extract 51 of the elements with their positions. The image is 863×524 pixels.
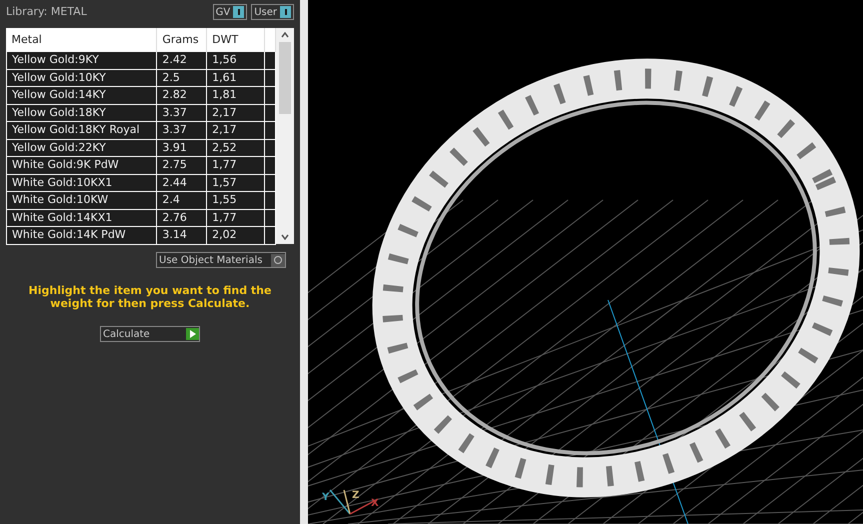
table-cell: 3.14 — [156, 226, 207, 244]
table-cell: 2.4 — [156, 192, 207, 209]
scrollbar[interactable] — [276, 28, 294, 244]
table-cell: 1,61 — [206, 69, 264, 86]
table-cell: 1,77 — [206, 156, 264, 174]
table-cell: 2.82 — [156, 86, 207, 104]
column-header[interactable]: DWT — [206, 28, 264, 52]
table-cell: 2.76 — [156, 209, 207, 226]
table-cell: 2,52 — [206, 139, 264, 156]
column-header[interactable]: Metal — [6, 28, 157, 52]
axis-label: Z — [352, 489, 360, 503]
table-cell: White Gold:14K PdW — [6, 226, 157, 244]
axis-gizmo-drawing — [329, 490, 376, 515]
table-cell: 1,55 — [206, 192, 264, 209]
table-cell: 2.5 — [156, 69, 207, 86]
table-cell: 3.91 — [156, 139, 207, 156]
use-object-materials-toggle[interactable]: Use Object Materials — [156, 252, 286, 268]
table-cell: White Gold:10KW — [6, 192, 157, 209]
toggle-switch[interactable]: GV — [212, 4, 248, 20]
table-cell: 2,17 — [206, 122, 264, 139]
scroll-down-icon[interactable] — [281, 234, 289, 240]
calculate-button[interactable]: Calculate — [100, 326, 200, 342]
table-cell: 1,57 — [206, 174, 264, 192]
table-cell: 3.37 — [156, 122, 207, 139]
table-cell: 2,17 — [206, 104, 264, 122]
instruction-text: Highlight the item you want to find the weight for then press Calculate. — [28, 284, 272, 310]
table-cell: Yellow Gold:18KY Royal — [6, 122, 157, 139]
panel-title: Library: METAL — [6, 4, 87, 20]
table-cell: 2.42 — [156, 52, 207, 69]
scroll-thumb[interactable] — [279, 42, 291, 114]
column-header[interactable]: Grams — [156, 28, 207, 52]
table-cell: Yellow Gold:9KY — [6, 52, 157, 69]
table-cell: White Gold:9K PdW — [6, 156, 157, 174]
table-cell: 2,02 — [206, 226, 264, 244]
table-cell: 2.75 — [156, 156, 207, 174]
splitter-bar[interactable] — [300, 0, 308, 524]
table-cell: 1,81 — [206, 86, 264, 104]
table-cell: Yellow Gold:10KY — [6, 69, 157, 86]
table-cell: Yellow Gold:18KY — [6, 104, 157, 122]
axis-label: Y — [322, 491, 330, 505]
table-cell: 1,77 — [206, 209, 264, 226]
table-cell: 1,56 — [206, 52, 264, 69]
table-cell: Yellow Gold:14KY — [6, 86, 157, 104]
table-cell: White Gold:14KX1 — [6, 209, 157, 226]
table-cell: 2.44 — [156, 174, 207, 192]
scroll-up-icon[interactable] — [281, 32, 289, 38]
play-icon — [190, 330, 196, 338]
table-cell: 3.37 — [156, 104, 207, 122]
table-cell: White Gold:10KX1 — [6, 174, 157, 192]
table-cell: Yellow Gold:22KY — [6, 139, 157, 156]
toggle-switch[interactable]: User — [251, 4, 294, 20]
